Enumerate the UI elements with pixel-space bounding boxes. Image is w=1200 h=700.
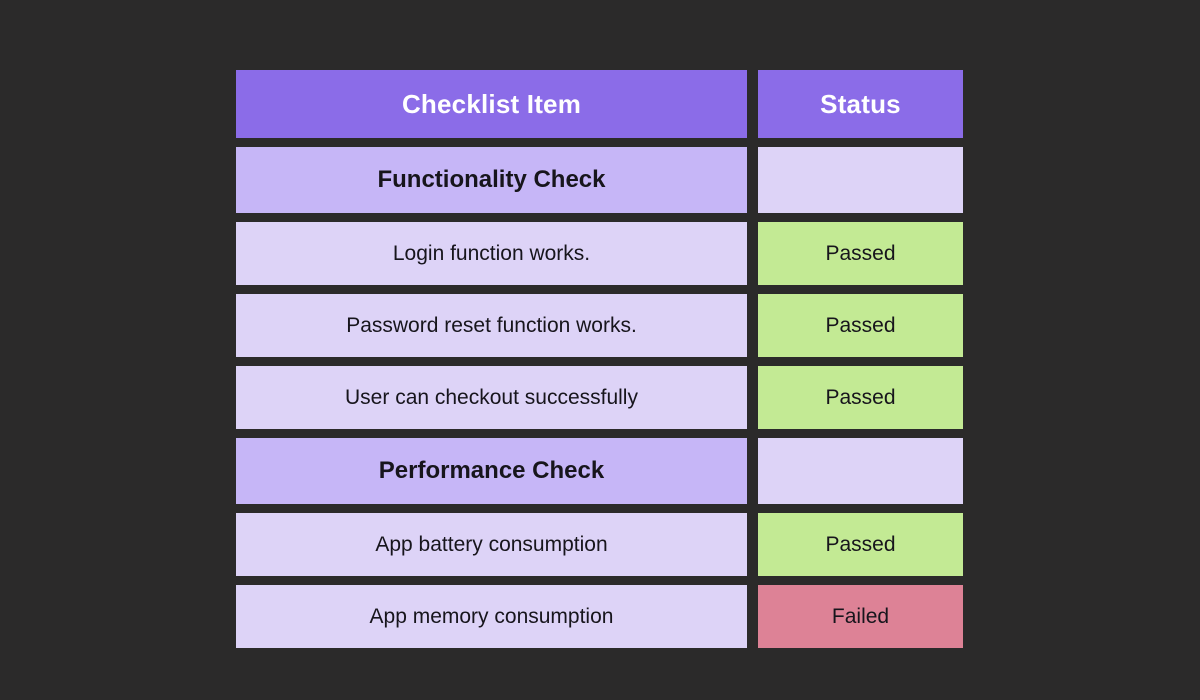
- column-header-checklist-item: Checklist Item: [236, 70, 747, 138]
- checklist-item-cell: Login function works.: [236, 222, 747, 285]
- table-header-row: Checklist Item Status: [236, 70, 963, 138]
- checklist-item-cell: App battery consumption: [236, 513, 747, 576]
- checklist-table: Checklist Item Status Functionality Chec…: [236, 70, 963, 648]
- table-section-row: Performance Check: [236, 438, 963, 504]
- table-body: Functionality Check Login function works.…: [236, 147, 963, 648]
- status-cell: [758, 147, 963, 213]
- section-title-cell: Functionality Check: [236, 147, 747, 213]
- status-cell: Passed: [758, 366, 963, 429]
- table-row: Login function works. Passed: [236, 222, 963, 285]
- table-row: App battery consumption Passed: [236, 513, 963, 576]
- checklist-item-cell: App memory consumption: [236, 585, 747, 648]
- checklist-item-cell: Password reset function works.: [236, 294, 747, 357]
- checklist-item-cell: User can checkout successfully: [236, 366, 747, 429]
- status-cell: Passed: [758, 222, 963, 285]
- table-row: User can checkout successfully Passed: [236, 366, 963, 429]
- table-row: Password reset function works. Passed: [236, 294, 963, 357]
- status-cell: Passed: [758, 294, 963, 357]
- status-cell: Failed: [758, 585, 963, 648]
- status-cell: [758, 438, 963, 504]
- section-title-cell: Performance Check: [236, 438, 747, 504]
- column-header-status: Status: [758, 70, 963, 138]
- table-row: App memory consumption Failed: [236, 585, 963, 648]
- table-section-row: Functionality Check: [236, 147, 963, 213]
- status-cell: Passed: [758, 513, 963, 576]
